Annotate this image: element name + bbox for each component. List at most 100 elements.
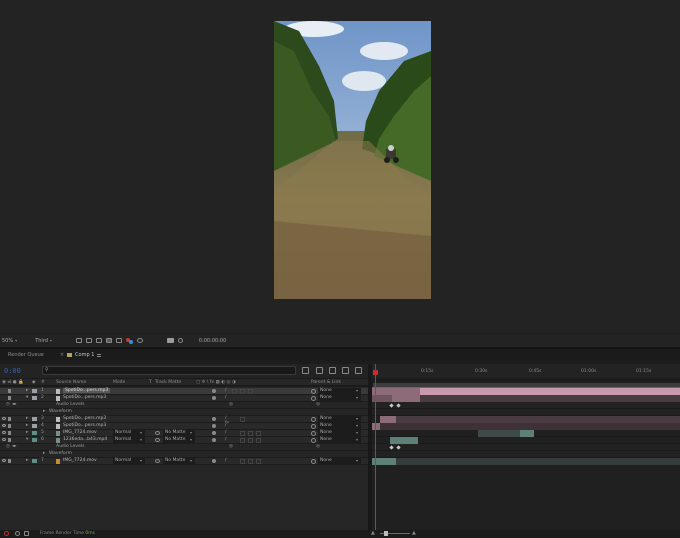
twirl-icon[interactable]: ▸ xyxy=(43,409,45,414)
panel-menu-icon[interactable] xyxy=(97,353,102,357)
fx-switch-icon[interactable]: / xyxy=(225,430,229,435)
layer-row[interactable]: ▸ 4 SpotiDo...pers.mp3 / None ▾ xyxy=(0,423,368,430)
parent-dropdown[interactable]: None ▾ xyxy=(318,458,361,464)
shy-switch-icon[interactable] xyxy=(212,424,216,428)
keyframe[interactable] xyxy=(396,403,401,408)
twirl-icon[interactable]: ▸ xyxy=(26,423,28,428)
fx-switch-icon[interactable]: / xyxy=(225,458,229,463)
magnification-dropdown[interactable]: 50% ▾ xyxy=(2,338,17,344)
track-matte-pick-icon[interactable] xyxy=(155,459,160,463)
pick-whip-icon[interactable] xyxy=(311,389,316,394)
layer-bar[interactable] xyxy=(396,458,680,465)
guides-icon[interactable] xyxy=(105,338,112,343)
layer-bar[interactable] xyxy=(372,423,380,430)
parent-dropdown[interactable]: None ▾ xyxy=(318,388,361,394)
twirl-icon[interactable]: ▸ xyxy=(26,388,28,393)
switch-box[interactable] xyxy=(232,389,237,394)
t-header[interactable]: T xyxy=(149,380,152,385)
track-matte-header[interactable]: Track Matte xyxy=(155,380,181,385)
switch-box[interactable] xyxy=(256,438,261,443)
source-name-header[interactable]: Source Name xyxy=(56,380,86,385)
layer-bar[interactable] xyxy=(396,416,680,423)
track-matte-dropdown[interactable]: No Matte ▾ xyxy=(163,458,195,464)
pick-whip-icon[interactable] xyxy=(311,431,316,436)
time-ruler[interactable]: 0:15s 0:30s 0:45s 01:00s 01:15s xyxy=(373,364,680,378)
current-time-indicator[interactable] xyxy=(375,364,376,534)
fx-switch-icon[interactable]: / xyxy=(225,395,229,400)
twirl-icon[interactable]: ▸ xyxy=(26,458,28,463)
layer-row[interactable]: ▸ 1 SpotiDo...pers.mp3 / None ▾ xyxy=(0,388,368,395)
shy-switch-icon[interactable] xyxy=(212,438,216,442)
property-group-row[interactable]: ▸ Waveform xyxy=(0,451,368,458)
track-matte-dropdown[interactable]: No Matte ▾ xyxy=(163,430,195,436)
layer-bar[interactable] xyxy=(420,395,680,402)
keyframe-nav-icon[interactable]: ◂▸ xyxy=(12,444,17,449)
current-time-display[interactable]: 0:00 xyxy=(4,367,21,375)
pick-whip-icon[interactable] xyxy=(311,459,316,464)
twirl-icon[interactable]: ▾ xyxy=(26,395,28,400)
property-name[interactable]: Waveform xyxy=(49,409,72,414)
label-color-swatch[interactable] xyxy=(32,438,37,442)
label-color-swatch[interactable] xyxy=(32,389,37,393)
layer-bar[interactable] xyxy=(520,430,534,437)
mode-header[interactable]: Mode xyxy=(113,380,125,385)
keyframe-nav-icon[interactable]: ◂▸ xyxy=(12,402,17,407)
mountain-large-icon[interactable]: ▲ xyxy=(412,530,416,536)
layer-name[interactable]: SpotiDo...pers.mp3 xyxy=(63,416,106,421)
layer-bar[interactable] xyxy=(380,423,680,430)
keyframe[interactable] xyxy=(389,445,394,450)
layer-bar[interactable] xyxy=(478,430,520,437)
layer-name[interactable]: IMG_7724.mov xyxy=(63,458,97,463)
switch-box[interactable] xyxy=(248,389,253,394)
shy-switch-icon[interactable] xyxy=(212,417,216,421)
parent-dropdown[interactable]: None ▾ xyxy=(318,430,361,436)
blend-mode-dropdown[interactable]: Normal ▾ xyxy=(113,458,145,464)
property-group-row[interactable]: ▸ Waveform xyxy=(0,409,368,416)
property-name[interactable]: Audio Levels xyxy=(56,444,84,449)
switch-box[interactable] xyxy=(256,459,261,464)
frame-blending-icon[interactable] xyxy=(342,367,349,374)
show-snapshot-icon[interactable] xyxy=(177,338,183,343)
layer-bar[interactable] xyxy=(420,388,680,395)
viewer-timecode[interactable]: 0:00:00:00 xyxy=(199,338,226,344)
switches-header[interactable]: ▢ ✲ \ fx ▦ ◐ ◎ ◑ xyxy=(196,380,236,385)
property-row[interactable]: ◷ ◂▸ Audio Levels ◎ ◎ xyxy=(0,444,368,451)
switch-box[interactable] xyxy=(248,431,253,436)
audio-speaker-icon[interactable] xyxy=(8,417,11,421)
stopwatch-icon[interactable]: ◷ xyxy=(6,402,10,407)
comp-mini-flowchart-icon[interactable] xyxy=(302,367,309,374)
property-row[interactable]: ◷ ◂▸ Audio Levels ◎ ◎ xyxy=(0,402,368,409)
visibility-eye-icon[interactable] xyxy=(2,417,6,420)
label-color-swatch[interactable] xyxy=(32,424,37,428)
label-color-swatch[interactable] xyxy=(32,396,37,400)
draft-3d-icon[interactable] xyxy=(316,367,323,374)
grid-icon[interactable] xyxy=(115,338,122,343)
pick-whip-icon[interactable]: ◎ xyxy=(316,444,320,449)
link-icon[interactable]: ◎ xyxy=(229,444,233,449)
render-icon[interactable] xyxy=(4,531,9,536)
switch-box[interactable] xyxy=(248,459,253,464)
blend-mode-dropdown[interactable]: Normal ▾ xyxy=(113,430,145,436)
layer-track[interactable] xyxy=(372,458,680,465)
layer-row[interactable]: ▸ 3 SpotiDo...pers.mp3 / fx None ▾ xyxy=(0,416,368,426)
twirl-icon[interactable]: ▸ xyxy=(43,451,45,456)
parent-dropdown[interactable]: None ▾ xyxy=(318,416,361,422)
fx-switch-icon[interactable]: / fx xyxy=(225,416,229,426)
layer-name[interactable]: SpotiDo...pers.mp3 xyxy=(63,423,106,428)
shy-switch-icon[interactable] xyxy=(212,396,216,400)
track-matte-dropdown[interactable]: No Matte ▾ xyxy=(163,437,195,443)
switch-box[interactable] xyxy=(240,459,245,464)
layer-track[interactable] xyxy=(372,388,680,395)
shy-switch-icon[interactable] xyxy=(212,389,216,393)
toggle-switches-icon[interactable] xyxy=(15,531,20,536)
layer-row[interactable]: ▾ 2 SpotiDo...pers.mp3 / None ▾ xyxy=(0,395,368,402)
property-track[interactable] xyxy=(372,402,680,409)
property-name[interactable]: Audio Levels xyxy=(56,402,84,407)
layer-name[interactable]: SpotiDo...pers.mp3 xyxy=(63,395,106,400)
transparency-grid-icon[interactable] xyxy=(85,338,92,343)
layer-bar[interactable] xyxy=(390,437,418,444)
audio-speaker-icon[interactable] xyxy=(8,424,11,428)
visibility-eye-icon[interactable] xyxy=(2,438,6,441)
parent-link-header[interactable]: Parent & Link xyxy=(311,380,341,385)
mountain-small-icon[interactable]: ▲ xyxy=(371,530,375,536)
